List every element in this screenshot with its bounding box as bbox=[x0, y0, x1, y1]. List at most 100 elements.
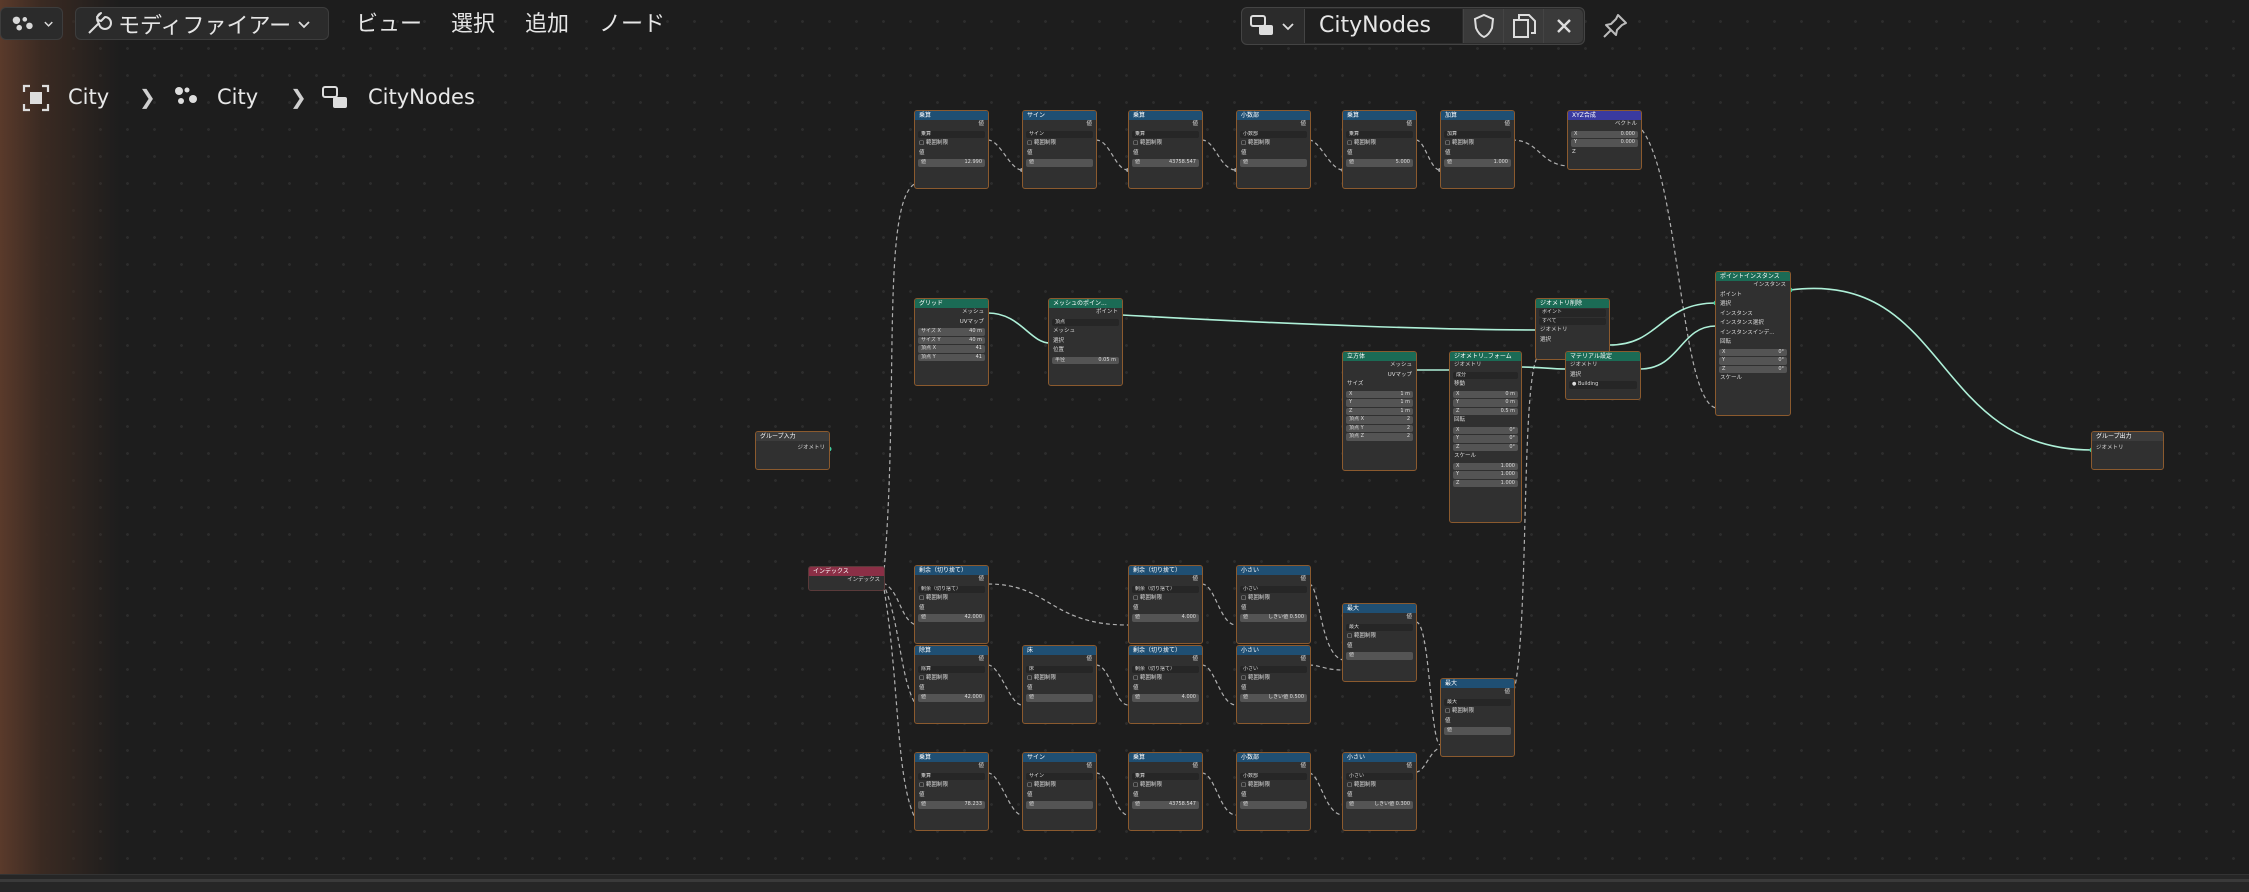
node-math[interactable]: 剰余（切り捨て）値剰余（切り捨て） ▢ 範囲制限値値 4.000 bbox=[1128, 645, 1203, 724]
value-field[interactable]: 値 bbox=[1444, 727, 1511, 735]
operation-dropdown[interactable]: 剰余（切り捨て） bbox=[1132, 585, 1199, 593]
size-x-field[interactable]: サイズ X 40 m bbox=[918, 328, 985, 336]
node-set-material[interactable]: マテリアル設定 ジオメトリ 選択 ● Building bbox=[1565, 351, 1641, 400]
duplicate-button[interactable] bbox=[1503, 9, 1543, 43]
value-field[interactable]: 値 42.000 bbox=[918, 694, 985, 702]
menu-view[interactable]: ビュー bbox=[356, 12, 422, 38]
radius-field[interactable]: 半径 0.05 m bbox=[1052, 356, 1119, 364]
vertices-x-field[interactable]: 頂点 X 2 bbox=[1346, 416, 1413, 424]
node-instance-on-points[interactable]: ポイントインスタンス インスタンス ポイント 選択 インスタンス インスタンス選… bbox=[1715, 271, 1791, 416]
operation-dropdown[interactable]: 乗算 bbox=[1132, 130, 1199, 138]
mode-dropdown[interactable]: すべて bbox=[1539, 317, 1606, 325]
value-field[interactable]: 値 bbox=[1240, 801, 1307, 809]
clamp-checkbox[interactable]: ▢ 範囲制限 bbox=[1023, 781, 1096, 791]
menu-node[interactable]: ノード bbox=[599, 12, 665, 38]
node-math[interactable]: 乗算値乗算 ▢ 範囲制限値値 12.990 bbox=[914, 110, 989, 189]
breadcrumb-object[interactable]: City bbox=[68, 84, 109, 110]
node-math[interactable]: 除算値除算 ▢ 範囲制限値値 42.000 bbox=[914, 645, 989, 724]
clamp-checkbox[interactable]: ▢ 範囲制限 bbox=[1441, 139, 1514, 149]
rotate-z-field[interactable]: Z 0° bbox=[1453, 443, 1518, 451]
operation-dropdown[interactable]: 最大 bbox=[1444, 698, 1511, 706]
breadcrumb-modifier[interactable]: City bbox=[217, 84, 258, 110]
clamp-checkbox[interactable]: ▢ 範囲制限 bbox=[1343, 632, 1416, 642]
value-field[interactable]: 値 bbox=[1026, 159, 1093, 167]
scale-y-field[interactable]: Y 1.000 bbox=[1453, 471, 1518, 479]
node-math[interactable]: 剰余（切り捨て）値剰余（切り捨て） ▢ 範囲制限値値 4.000 bbox=[1128, 565, 1203, 644]
clamp-checkbox[interactable]: ▢ 範囲制限 bbox=[915, 139, 988, 149]
translate-z-field[interactable]: Z 0.5 m bbox=[1453, 407, 1518, 415]
operation-dropdown[interactable]: 小さい bbox=[1346, 772, 1413, 780]
node-math[interactable]: 小さい値小さい ▢ 範囲制限値値 しきい値 0.500 bbox=[1236, 565, 1311, 644]
menu-add[interactable]: 追加 bbox=[525, 12, 569, 38]
operation-dropdown[interactable]: 小さい bbox=[1240, 585, 1307, 593]
operation-dropdown[interactable]: 乗算 bbox=[918, 772, 985, 780]
node-math[interactable]: 最大値最大 ▢ 範囲制限値値 bbox=[1440, 678, 1515, 757]
value-field[interactable]: 値 5.000 bbox=[1346, 159, 1413, 167]
operation-dropdown[interactable]: 小さい bbox=[1240, 665, 1307, 673]
node-math[interactable]: 床値床 ▢ 範囲制限値値 bbox=[1022, 645, 1097, 724]
operation-dropdown[interactable]: 剰余（切り捨て） bbox=[1132, 665, 1199, 673]
size-y-field[interactable]: サイズ Y 40 m bbox=[918, 336, 985, 344]
operation-dropdown[interactable]: 剰余（切り捨て） bbox=[918, 585, 985, 593]
operation-dropdown[interactable]: 床 bbox=[1026, 665, 1093, 673]
operation-dropdown[interactable]: 最大 bbox=[1346, 623, 1413, 631]
clamp-checkbox[interactable]: ▢ 範囲制限 bbox=[1129, 139, 1202, 149]
node-combine-xyz[interactable]: XYZ合成 ベクトル X 0.000 Y 0.000 Z bbox=[1567, 110, 1642, 170]
node-mesh-to-points[interactable]: メッシュのポイン... ポイント 頂点 メッシュ 選択 位置 半径 0.05 m bbox=[1048, 298, 1123, 386]
value-field[interactable]: 値 43758.547 bbox=[1132, 159, 1199, 167]
clamp-checkbox[interactable]: ▢ 範囲制限 bbox=[1441, 707, 1514, 717]
clamp-checkbox[interactable]: ▢ 範囲制限 bbox=[1129, 594, 1202, 604]
node-grid[interactable]: グリッド メッシュ UVマップ サイズ X 40 m サイズ Y 40 m 頂点… bbox=[914, 298, 989, 386]
value-field[interactable]: 値 bbox=[1240, 159, 1307, 167]
value-field[interactable]: 値 43758.547 bbox=[1132, 801, 1199, 809]
operation-dropdown[interactable]: 乗算 bbox=[1346, 130, 1413, 138]
clamp-checkbox[interactable]: ▢ 範囲制限 bbox=[1237, 139, 1310, 149]
value-field[interactable]: 値 4.000 bbox=[1132, 694, 1199, 702]
value-field[interactable]: 値 bbox=[1026, 694, 1093, 702]
node-math[interactable]: サイン値サイン ▢ 範囲制限値値 bbox=[1022, 752, 1097, 831]
menu-select[interactable]: 選択 bbox=[451, 12, 495, 38]
value-field[interactable]: 値 しきい値 0.500 bbox=[1240, 614, 1307, 622]
node-math[interactable]: 乗算値乗算 ▢ 範囲制限値値 78.233 bbox=[914, 752, 989, 831]
operation-dropdown[interactable]: 小数部 bbox=[1240, 772, 1307, 780]
rotation-z-field[interactable]: Z 0° bbox=[1719, 365, 1787, 373]
operation-dropdown[interactable]: サイン bbox=[1026, 772, 1093, 780]
value-field[interactable]: 値 bbox=[1346, 652, 1413, 660]
translate-y-field[interactable]: Y 0 m bbox=[1453, 399, 1518, 407]
size-x-field[interactable]: X 1 m bbox=[1346, 390, 1413, 398]
operation-dropdown[interactable]: 除算 bbox=[918, 665, 985, 673]
clamp-checkbox[interactable]: ▢ 範囲制限 bbox=[1343, 139, 1416, 149]
operation-dropdown[interactable]: 小数部 bbox=[1240, 130, 1307, 138]
mode-dropdown[interactable]: 頂点 bbox=[1052, 318, 1119, 326]
operation-dropdown[interactable]: 乗算 bbox=[918, 130, 985, 138]
clamp-checkbox[interactable]: ▢ 範囲制限 bbox=[915, 781, 988, 791]
value-field[interactable]: 値 bbox=[1026, 801, 1093, 809]
rotation-y-field[interactable]: Y 0° bbox=[1719, 357, 1787, 365]
clamp-checkbox[interactable]: ▢ 範囲制限 bbox=[1023, 674, 1096, 684]
unlink-button[interactable] bbox=[1543, 9, 1583, 43]
node-math[interactable]: 乗算値乗算 ▢ 範囲制限値値 5.000 bbox=[1342, 110, 1417, 189]
editor-type-button[interactable] bbox=[0, 7, 63, 40]
x-field[interactable]: X 0.000 bbox=[1571, 130, 1638, 138]
operation-dropdown[interactable]: サイン bbox=[1026, 130, 1093, 138]
value-field[interactable]: 値 78.233 bbox=[918, 801, 985, 809]
rotation-x-field[interactable]: X 0° bbox=[1719, 348, 1787, 356]
clamp-checkbox[interactable]: ▢ 範囲制限 bbox=[1343, 781, 1416, 791]
size-z-field[interactable]: Z 1 m bbox=[1346, 407, 1413, 415]
node-math[interactable]: 小さい値小さい ▢ 範囲制限値値 しきい値 0.500 bbox=[1236, 645, 1311, 724]
node-index[interactable]: インデックス インデックス bbox=[808, 566, 885, 591]
node-math[interactable]: 小さい値小さい ▢ 範囲制限値値 しきい値 0.300 bbox=[1342, 752, 1417, 831]
size-y-field[interactable]: Y 1 m bbox=[1346, 399, 1413, 407]
clamp-checkbox[interactable]: ▢ 範囲制限 bbox=[1237, 594, 1310, 604]
node-group-output[interactable]: グループ出力 ジオメトリ bbox=[2091, 431, 2164, 470]
vertices-y-field[interactable]: 頂点 Y 41 bbox=[918, 353, 985, 361]
node-transform[interactable]: ジオメトリ..フォーム ジオメトリ 成分 移動 X 0 m Y 0 m Z 0.… bbox=[1449, 351, 1522, 523]
node-tree-browse-button[interactable] bbox=[1243, 9, 1303, 43]
clamp-checkbox[interactable]: ▢ 範囲制限 bbox=[915, 674, 988, 684]
clamp-checkbox[interactable]: ▢ 範囲制限 bbox=[1129, 781, 1202, 791]
node-math[interactable]: 小数部値小数部 ▢ 範囲制限値値 bbox=[1236, 110, 1311, 189]
rotate-x-field[interactable]: X 0° bbox=[1453, 426, 1518, 434]
rotate-y-field[interactable]: Y 0° bbox=[1453, 435, 1518, 443]
clamp-checkbox[interactable]: ▢ 範囲制限 bbox=[1237, 781, 1310, 791]
node-tree-name-field[interactable]: CityNodes bbox=[1304, 9, 1462, 43]
